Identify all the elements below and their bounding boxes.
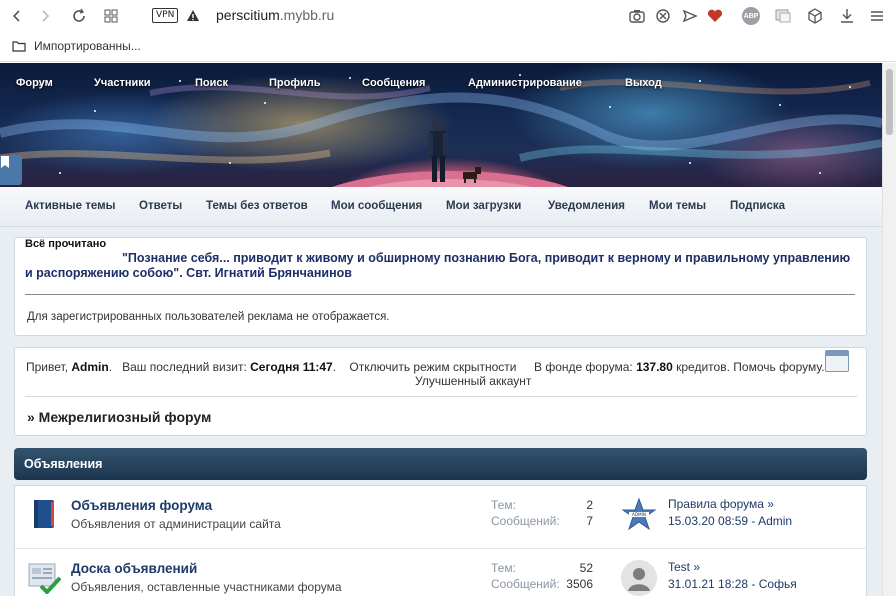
bookmark-folder[interactable]: Импортированны... bbox=[12, 39, 141, 53]
menu-icon[interactable] bbox=[868, 7, 886, 25]
secondary-navigation: Активные темы Ответы Темы без ответов Мо… bbox=[0, 187, 882, 227]
mark-all-read-link[interactable]: Всё прочитано bbox=[25, 238, 106, 250]
announcement-divider bbox=[25, 294, 855, 295]
download-icon[interactable] bbox=[838, 7, 856, 25]
welcome-divider bbox=[25, 396, 857, 397]
forum-description: Объявления от администрации сайта bbox=[71, 517, 281, 531]
calendar-icon[interactable] bbox=[825, 350, 849, 372]
address-bar[interactable]: perscitium.mybb.ru bbox=[216, 7, 334, 23]
forum-fund: В фонде форума: 137.80 кредитов. Помочь … bbox=[534, 360, 825, 374]
cube-icon[interactable] bbox=[806, 7, 824, 25]
back-icon[interactable] bbox=[8, 7, 26, 25]
subnav-my-uploads[interactable]: Мои загрузки bbox=[446, 200, 521, 212]
posts-count: 3506 bbox=[566, 577, 593, 591]
subnav-active-topics[interactable]: Активные темы bbox=[25, 200, 115, 212]
posts-label: Сообщений: bbox=[491, 577, 560, 591]
warning-icon[interactable] bbox=[184, 7, 202, 25]
subnav-subscriptions[interactable]: Подписка bbox=[730, 200, 785, 212]
forum-title[interactable]: Доска объявлений bbox=[71, 561, 197, 576]
subnav-my-topics[interactable]: Мои темы bbox=[649, 200, 706, 212]
username[interactable]: Admin bbox=[71, 360, 108, 374]
extended-account-link[interactable]: Улучшенный аккаунт bbox=[415, 374, 531, 388]
page-viewport: Форум Участники Поиск Профиль Сообщения … bbox=[0, 63, 882, 596]
last-post-title[interactable]: Правила форума » bbox=[668, 497, 774, 511]
subnav-replies[interactable]: Ответы bbox=[139, 200, 182, 212]
page-scrollbar[interactable] bbox=[882, 63, 896, 596]
adblock-icon[interactable]: ABP bbox=[742, 7, 760, 25]
book-icon bbox=[27, 497, 61, 531]
disable-hidden-mode-link[interactable]: Отключить режим скрытности bbox=[349, 360, 516, 374]
translate-icon[interactable] bbox=[774, 7, 792, 25]
camera-icon[interactable] bbox=[628, 7, 646, 25]
nav-profile[interactable]: Профиль bbox=[269, 77, 320, 89]
subnav-my-posts[interactable]: Мои сообщения bbox=[331, 200, 422, 212]
send-icon[interactable] bbox=[681, 7, 699, 25]
browser-toolbar: VPN perscitium.mybb.ru ABP bbox=[0, 0, 896, 32]
nav-members[interactable]: Участники bbox=[94, 77, 151, 89]
welcome-box: Привет, Admin. Ваш последний визит: Сего… bbox=[14, 347, 867, 436]
vpn-badge[interactable]: VPN bbox=[152, 8, 179, 23]
avatar-admin-text: ADMIN bbox=[632, 512, 646, 517]
topics-count: 2 bbox=[586, 498, 593, 512]
last-visit-dot: . bbox=[332, 360, 337, 374]
topics-label: Тем: bbox=[491, 498, 516, 512]
forum-row: Объявления форума Объявления от админист… bbox=[15, 486, 866, 548]
announcement-quote: "Познание себя... приводит к живому и об… bbox=[25, 251, 851, 280]
last-visit-label: Ваш последний визит: bbox=[122, 360, 247, 374]
fund-unit: кредитов. bbox=[676, 360, 730, 374]
nav-administration[interactable]: Администрирование bbox=[468, 77, 582, 89]
forum-title[interactable]: Объявления форума bbox=[71, 498, 212, 513]
last-visit-value: Сегодня 11:47 bbox=[250, 360, 333, 374]
greeting-dot: . bbox=[108, 360, 113, 374]
user-avatar-placeholder-icon[interactable] bbox=[621, 560, 657, 596]
topics-count: 52 bbox=[579, 561, 593, 575]
fund-label: В фонде форума: bbox=[534, 360, 633, 374]
url-domain: perscitium bbox=[216, 7, 280, 23]
nav-messages[interactable]: Сообщения bbox=[362, 77, 425, 89]
last-post-meta: 31.01.21 18:28 - Софья bbox=[668, 577, 797, 591]
last-post-title[interactable]: Test » bbox=[668, 560, 700, 574]
posts-label: Сообщений: bbox=[491, 514, 560, 528]
subnav-unanswered[interactable]: Темы без ответов bbox=[206, 200, 308, 212]
nav-search[interactable]: Поиск bbox=[195, 77, 228, 89]
forum-description: Объявления, оставленные участниками фору… bbox=[71, 580, 342, 594]
notice-board-check-icon bbox=[27, 560, 62, 595]
reload-icon[interactable] bbox=[70, 7, 88, 25]
tracker-block-icon[interactable] bbox=[654, 7, 672, 25]
heart-icon[interactable] bbox=[706, 7, 724, 25]
forum-name-heading[interactable]: » Межрелигиозный форум bbox=[27, 409, 211, 425]
nav-forum[interactable]: Форум bbox=[16, 77, 53, 89]
announcement-box: Всё прочитано "Познание себя... приводит… bbox=[14, 237, 867, 336]
bookmarks-bar: Импортированны... bbox=[0, 32, 896, 62]
admin-star-avatar[interactable]: ADMIN bbox=[621, 497, 657, 533]
folder-icon bbox=[12, 41, 26, 52]
last-post-meta: 15.03.20 08:59 - Admin bbox=[668, 514, 793, 528]
topics-label: Тем: bbox=[491, 561, 516, 575]
bookmark-folder-label: Импортированны... bbox=[34, 39, 141, 53]
bookmark-ribbon-icon[interactable] bbox=[0, 155, 22, 185]
category-title[interactable]: Объявления bbox=[24, 457, 102, 471]
greeting-text: Привет, bbox=[26, 360, 69, 374]
help-forum-link[interactable]: Помочь форуму. bbox=[733, 360, 824, 374]
posts-count: 7 bbox=[586, 514, 593, 528]
ads-note: Для зарегистрированных пользователей рек… bbox=[27, 311, 390, 323]
subnav-notifications[interactable]: Уведомления bbox=[548, 200, 625, 212]
speed-dial-icon[interactable] bbox=[102, 7, 120, 25]
url-rest: .mybb.ru bbox=[279, 7, 335, 23]
forward-icon[interactable] bbox=[36, 7, 54, 25]
forum-banner: Форум Участники Поиск Профиль Сообщения … bbox=[0, 63, 882, 187]
forum-row: Доска объявлений Объявления, оставленные… bbox=[15, 548, 866, 596]
main-navigation: Форум Участники Поиск Профиль Сообщения … bbox=[0, 77, 882, 95]
welcome-line: Привет, Admin. Ваш последний визит: Сего… bbox=[26, 360, 516, 374]
category-forums: Объявления форума Объявления от админист… bbox=[14, 485, 867, 596]
fund-value: 137.80 bbox=[636, 360, 673, 374]
scrollbar-thumb[interactable] bbox=[886, 69, 893, 135]
nav-logout[interactable]: Выход bbox=[625, 77, 662, 89]
adblock-label: ABP bbox=[742, 7, 760, 25]
category-header: Объявления bbox=[14, 448, 867, 480]
